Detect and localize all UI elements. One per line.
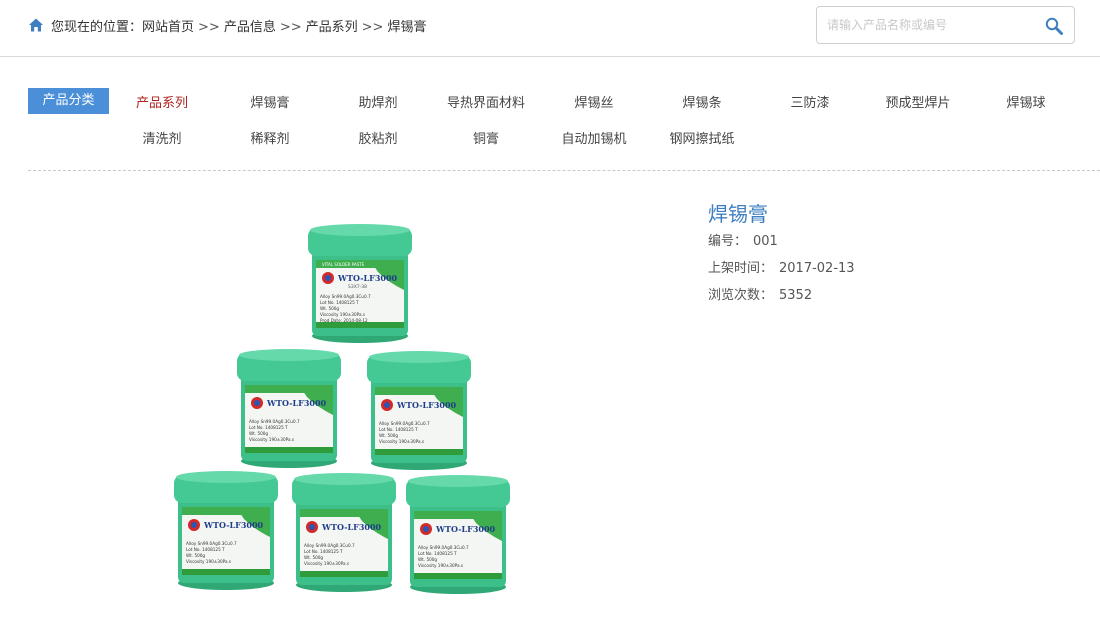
product-views-value: 5352	[779, 288, 813, 303]
category-item-solder-ball[interactable]: 焊锡球	[1006, 92, 1045, 111]
category-item-product-series[interactable]: 产品系列	[136, 92, 188, 111]
jar-line: Alloy Sn99.0Ag0.3Cu0.7	[320, 294, 371, 299]
category-item-conformal-coating[interactable]: 三防漆	[790, 92, 829, 111]
product-date-row: 上架时间： 2017-02-13	[708, 257, 855, 276]
jar-line: Lot No. 1408125 T	[320, 300, 359, 305]
jar-line: Wt. 500g	[304, 555, 323, 560]
jar-line: Viscosity 190±30Pa.s	[304, 561, 349, 566]
category-item-preform[interactable]: 预成型焊片	[885, 92, 950, 111]
jar-line: Viscosity 190±30Pa.s	[186, 559, 231, 564]
breadcrumb-current[interactable]: 焊锡膏	[387, 20, 426, 35]
jar-line: Wt. 500g	[186, 553, 205, 558]
jar-model-text: WTO-LF3000	[337, 273, 398, 283]
category-item-thinner[interactable]: 稀释剂	[250, 128, 289, 147]
jar-line: Alloy Sn99.0Ag0.3Cu0.7	[418, 545, 469, 550]
category-label: 产品分类	[28, 88, 109, 114]
jar-line: Lot No. 1408125 T	[304, 549, 343, 554]
jar-model-text: WTO-LF3000	[435, 524, 496, 534]
jar-line: Alloy Sn99.0Ag0.3Cu0.7	[304, 543, 355, 548]
breadcrumb-separator: >>	[198, 20, 220, 35]
jar-line: Lot No. 1408125 T	[186, 547, 225, 552]
jar-line: Wt. 500g	[249, 431, 268, 436]
product-code-label: 编号：	[708, 234, 748, 249]
jar-line: Alloy Sn99.0Ag0.3Cu0.7	[379, 421, 430, 426]
product-date-label: 上架时间：	[708, 261, 774, 276]
search-box	[816, 6, 1075, 44]
product-date-value: 2017-02-13	[779, 261, 855, 276]
jar-line: Viscosity 190±30Pa.s	[418, 563, 463, 568]
jar-line: Viscosity 190±30Pa.s	[320, 312, 365, 317]
search-input[interactable]	[827, 16, 1027, 34]
category-item-adhesive[interactable]: 胶粘剂	[358, 128, 397, 147]
jar-line: Lot No. 1408125 T	[418, 551, 457, 556]
top-bar: 您现在的位置：网站首页 >> 产品信息 >> 产品系列 >> 焊锡膏	[0, 0, 1100, 57]
category-item-thermal-interface[interactable]: 导热界面材料	[447, 92, 525, 111]
category-item-solder-wire[interactable]: 焊锡丝	[574, 92, 613, 111]
breadcrumb-product-series[interactable]: 产品系列	[306, 20, 358, 35]
jar-model-text: WTO-LF3000	[203, 520, 264, 530]
category-item-solder-paste[interactable]: 焊锡膏	[250, 92, 289, 111]
product-image[interactable]: WTO-LF3000 VITAL SOLDER PASTE S3X7-38 Al…	[170, 215, 520, 605]
jar-line: Viscosity 190±30Pa.s	[249, 437, 294, 442]
jar-label-title: VITAL SOLDER PASTE	[322, 262, 365, 267]
product-title: 焊锡膏	[708, 202, 768, 226]
home-icon[interactable]	[28, 17, 44, 33]
category-item-auto-solder-feeder[interactable]: 自动加锡机	[561, 128, 626, 147]
jar-model-text: WTO-LF3000	[321, 522, 382, 532]
jar-line: Wt. 500g	[418, 557, 437, 562]
divider	[28, 170, 1100, 171]
category-item-stencil-wipe[interactable]: 钢网擦拭纸	[669, 128, 734, 147]
jar-line: Alloy Sn99.0Ag0.3Cu0.7	[186, 541, 237, 546]
jar-line: Alloy Sn99.0Ag0.3Cu0.7	[249, 419, 300, 424]
product-views-row: 浏览次数： 5352	[708, 284, 812, 303]
jar-line: Wt. 500g	[379, 433, 398, 438]
jar-model-text: WTO-LF3000	[266, 398, 327, 408]
category-item-copper-paste[interactable]: 铜膏	[473, 128, 499, 147]
jar-line: Prod Date: 2014-08-12	[320, 318, 368, 323]
breadcrumb-separator: >>	[279, 20, 302, 35]
search-icon[interactable]	[1044, 16, 1064, 36]
breadcrumb-separator: >>	[361, 20, 384, 35]
jar-line: Wt. 500g	[320, 306, 339, 311]
product-views-label: 浏览次数：	[708, 288, 774, 303]
breadcrumb-product-info[interactable]: 产品信息	[224, 20, 276, 35]
category-item-solder-bar[interactable]: 焊锡条	[682, 92, 721, 111]
category-item-cleaner[interactable]: 清洗剂	[142, 128, 181, 147]
jar-line: Lot No. 1408125 T	[379, 427, 418, 432]
jar-model-text: WTO-LF3000	[396, 400, 457, 410]
breadcrumb: 您现在的位置：网站首页 >> 产品信息 >> 产品系列 >> 焊锡膏	[51, 16, 426, 35]
jar-line: Viscosity 190±30Pa.s	[379, 439, 424, 444]
category-item-flux[interactable]: 助焊剂	[358, 92, 397, 111]
product-code-row: 编号： 001	[708, 230, 778, 249]
jar-line: Lot No. 1408125 T	[249, 425, 288, 430]
breadcrumb-prefix: 您现在的位置：	[51, 20, 143, 35]
product-code-value: 001	[753, 234, 778, 249]
breadcrumb-home[interactable]: 网站首页	[142, 20, 194, 35]
jar-sub-text: S3X7-38	[348, 284, 367, 290]
